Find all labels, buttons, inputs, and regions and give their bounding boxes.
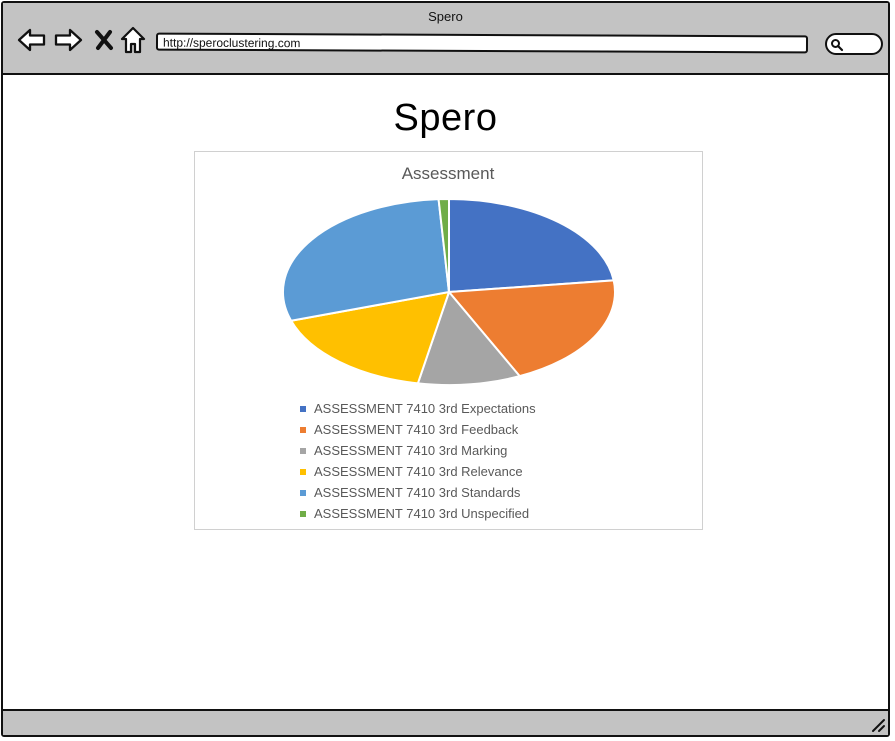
legend-label: ASSESSMENT 7410 3rd Relevance [314, 464, 523, 479]
status-bar [3, 709, 888, 735]
legend-label: ASSESSMENT 7410 3rd Standards [314, 485, 521, 500]
back-button[interactable] [17, 25, 47, 55]
pie-chart-svg: Assessment ASSESSMENT 7410 3rd Expectati… [281, 164, 616, 521]
close-x-icon [95, 30, 113, 50]
resize-grip-icon[interactable] [870, 717, 886, 733]
chart-title: Assessment [402, 164, 495, 183]
pie-slice [448, 197, 615, 294]
legend-swatch [300, 511, 306, 517]
search-icon [831, 39, 844, 52]
legend-label: ASSESSMENT 7410 3rd Feedback [314, 422, 519, 437]
stop-button[interactable] [89, 25, 119, 55]
legend-swatch [300, 469, 306, 475]
back-arrow-icon [17, 28, 46, 52]
assessment-chart: Assessment ASSESSMENT 7410 3rd Expectati… [194, 151, 703, 530]
address-bar[interactable]: http://speroclustering.com [155, 32, 809, 54]
legend-swatch [300, 490, 306, 496]
legend-swatch [300, 448, 306, 454]
forward-button[interactable] [53, 25, 83, 55]
legend-swatch [300, 427, 306, 433]
url-text: http://speroclustering.com [162, 35, 301, 51]
search-field[interactable] [825, 33, 883, 55]
legend-label: ASSESSMENT 7410 3rd Marking [314, 443, 507, 458]
page-title: Spero [393, 97, 498, 139]
window-title: Spero [428, 9, 463, 24]
forward-arrow-icon [54, 28, 83, 52]
home-button[interactable] [118, 25, 148, 55]
legend-label: ASSESSMENT 7410 3rd Unspecified [314, 506, 529, 521]
legend-label: ASSESSMENT 7410 3rd Expectations [314, 401, 536, 416]
legend-swatch [300, 406, 306, 412]
home-icon [120, 26, 146, 54]
title-bar: Spero http://speroclustering.com [3, 3, 888, 75]
browser-window: Spero http://speroclustering.com Spero A… [1, 1, 890, 737]
